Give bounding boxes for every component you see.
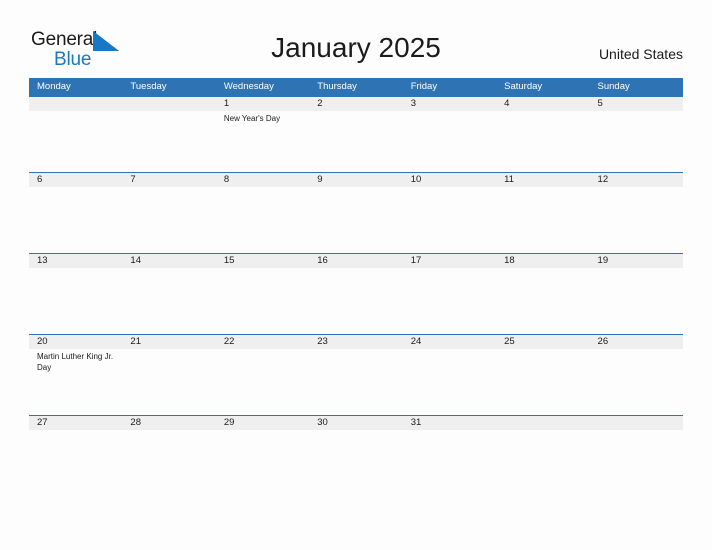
calendar-day-cell[interactable]: 11 xyxy=(496,173,589,253)
day-number: 6 xyxy=(37,174,43,185)
calendar-day-cell[interactable]: 22 xyxy=(216,335,309,415)
calendar-day-cell-empty xyxy=(122,97,215,177)
calendar-day-cell[interactable]: 3 xyxy=(403,97,496,177)
calendar-weeks: 1 New Year's Day 2 3 4 5 6 7 8 9 10 11 12 13 14 15 16 17 1… xyxy=(29,96,683,496)
calendar-week-row: 20 Martin Luther King Jr. Day 21 22 23 24 25 26 xyxy=(29,334,683,415)
calendar-day-cell[interactable]: 8 xyxy=(216,173,309,253)
day-number: 22 xyxy=(223,336,235,347)
calendar-day-cell[interactable]: 2 xyxy=(309,97,402,177)
day-number: 23 xyxy=(317,336,328,347)
calendar-day-cell[interactable]: 12 xyxy=(590,173,683,253)
day-event-label: Martin Luther King Jr. Day xyxy=(37,352,114,372)
calendar-day-cell-empty xyxy=(590,416,683,496)
day-number: 20 xyxy=(37,336,48,347)
calendar-day-cell[interactable]: 23 xyxy=(309,335,402,415)
day-number: 14 xyxy=(130,255,141,266)
calendar-day-cell[interactable]: 7 xyxy=(122,173,215,253)
day-number: 2 xyxy=(317,98,323,109)
day-number: 4 xyxy=(504,98,510,109)
week-day-cells: 27 28 29 30 31 xyxy=(29,416,683,496)
calendar-grid: Monday Tuesday Wednesday Thursday Friday Satu… xyxy=(29,78,683,496)
calendar-day-cell[interactable]: 4 xyxy=(496,97,589,177)
day-number: 18 xyxy=(504,255,515,266)
day-number: 15 xyxy=(223,255,235,266)
day-event-label: New Year's Day xyxy=(223,114,281,123)
day-number: 9 xyxy=(317,174,323,185)
weekday-header-saturday: Saturday xyxy=(504,81,543,92)
week-day-cells: 1 New Year's Day 2 3 4 5 xyxy=(29,97,683,177)
calendar-day-cell[interactable]: 25 xyxy=(496,335,589,415)
day-number: 5 xyxy=(597,98,603,109)
day-number: 31 xyxy=(410,417,422,428)
calendar-week-row: 1 New Year's Day 2 3 4 5 xyxy=(29,96,683,172)
weekday-header-tuesday: Tuesday xyxy=(130,81,167,92)
calendar-day-cell[interactable]: 6 xyxy=(29,173,122,253)
weekday-header-monday: Monday xyxy=(37,81,71,92)
calendar-day-cell[interactable]: 19 xyxy=(590,254,683,334)
country-label: United States xyxy=(598,46,683,62)
calendar-day-cell[interactable]: 24 xyxy=(403,335,496,415)
day-number: 27 xyxy=(37,417,48,428)
calendar-day-cell[interactable]: 16 xyxy=(309,254,402,334)
week-day-cells: 6 7 8 9 10 11 12 xyxy=(29,173,683,253)
day-number: 13 xyxy=(37,255,48,266)
day-number: 3 xyxy=(410,98,416,109)
calendar-day-cell[interactable]: 5 xyxy=(590,97,683,177)
calendar-day-cell[interactable]: 10 xyxy=(403,173,496,253)
day-number: 8 xyxy=(223,174,230,185)
calendar-day-cell-empty xyxy=(29,97,122,177)
day-number: 10 xyxy=(410,174,422,185)
calendar-day-cell-empty xyxy=(496,416,589,496)
weekday-header-row: Monday Tuesday Wednesday Thursday Friday Satu… xyxy=(29,78,683,96)
calendar-day-cell[interactable]: 1 New Year's Day xyxy=(216,97,309,177)
day-number: 29 xyxy=(223,417,235,428)
day-number: 25 xyxy=(504,336,515,347)
weekday-header-friday: Friday xyxy=(410,81,438,92)
calendar-day-cell[interactable]: 28 xyxy=(122,416,215,496)
day-number: 30 xyxy=(317,417,328,428)
day-number: 19 xyxy=(597,255,609,266)
day-number: 16 xyxy=(317,255,328,266)
page-header: General Blue January 2025 United States xyxy=(0,0,712,78)
weekday-header-wednesday: Wednesday xyxy=(223,81,274,92)
calendar-day-cell[interactable]: 9 xyxy=(309,173,402,253)
day-number: 28 xyxy=(130,417,141,428)
calendar-day-cell[interactable]: 31 xyxy=(403,416,496,496)
day-number: 1 xyxy=(223,98,230,109)
calendar-week-row: 13 14 15 16 17 18 19 xyxy=(29,253,683,334)
calendar-day-cell[interactable]: 17 xyxy=(403,254,496,334)
calendar-page: General Blue January 2025 United States … xyxy=(0,0,712,550)
calendar-day-cell[interactable]: 26 xyxy=(590,335,683,415)
day-number: 21 xyxy=(130,336,141,347)
calendar-day-cell[interactable]: 18 xyxy=(496,254,589,334)
calendar-week-row: 27 28 29 30 31 xyxy=(29,415,683,496)
day-number: 17 xyxy=(410,255,422,266)
day-number: 7 xyxy=(130,174,136,185)
calendar-day-cell[interactable]: 20 Martin Luther King Jr. Day xyxy=(29,335,122,415)
calendar-day-cell[interactable]: 21 xyxy=(122,335,215,415)
weekday-header-thursday: Thursday xyxy=(317,81,357,92)
calendar-day-cell[interactable]: 14 xyxy=(122,254,215,334)
calendar-day-cell[interactable]: 13 xyxy=(29,254,122,334)
week-day-cells: 20 Martin Luther King Jr. Day 21 22 23 24 25 26 xyxy=(29,335,683,415)
day-number: 24 xyxy=(410,336,422,347)
day-number: 11 xyxy=(504,174,514,185)
week-day-cells: 13 14 15 16 17 18 19 xyxy=(29,254,683,334)
calendar-day-cell[interactable]: 27 xyxy=(29,416,122,496)
calendar-week-row: 6 7 8 9 10 11 12 xyxy=(29,172,683,253)
calendar-day-cell[interactable]: 29 xyxy=(216,416,309,496)
day-number: 12 xyxy=(597,174,609,185)
calendar-day-cell[interactable]: 15 xyxy=(216,254,309,334)
day-number: 26 xyxy=(597,336,609,347)
calendar-day-cell[interactable]: 30 xyxy=(309,416,402,496)
weekday-header-sunday: Sunday xyxy=(597,81,630,92)
